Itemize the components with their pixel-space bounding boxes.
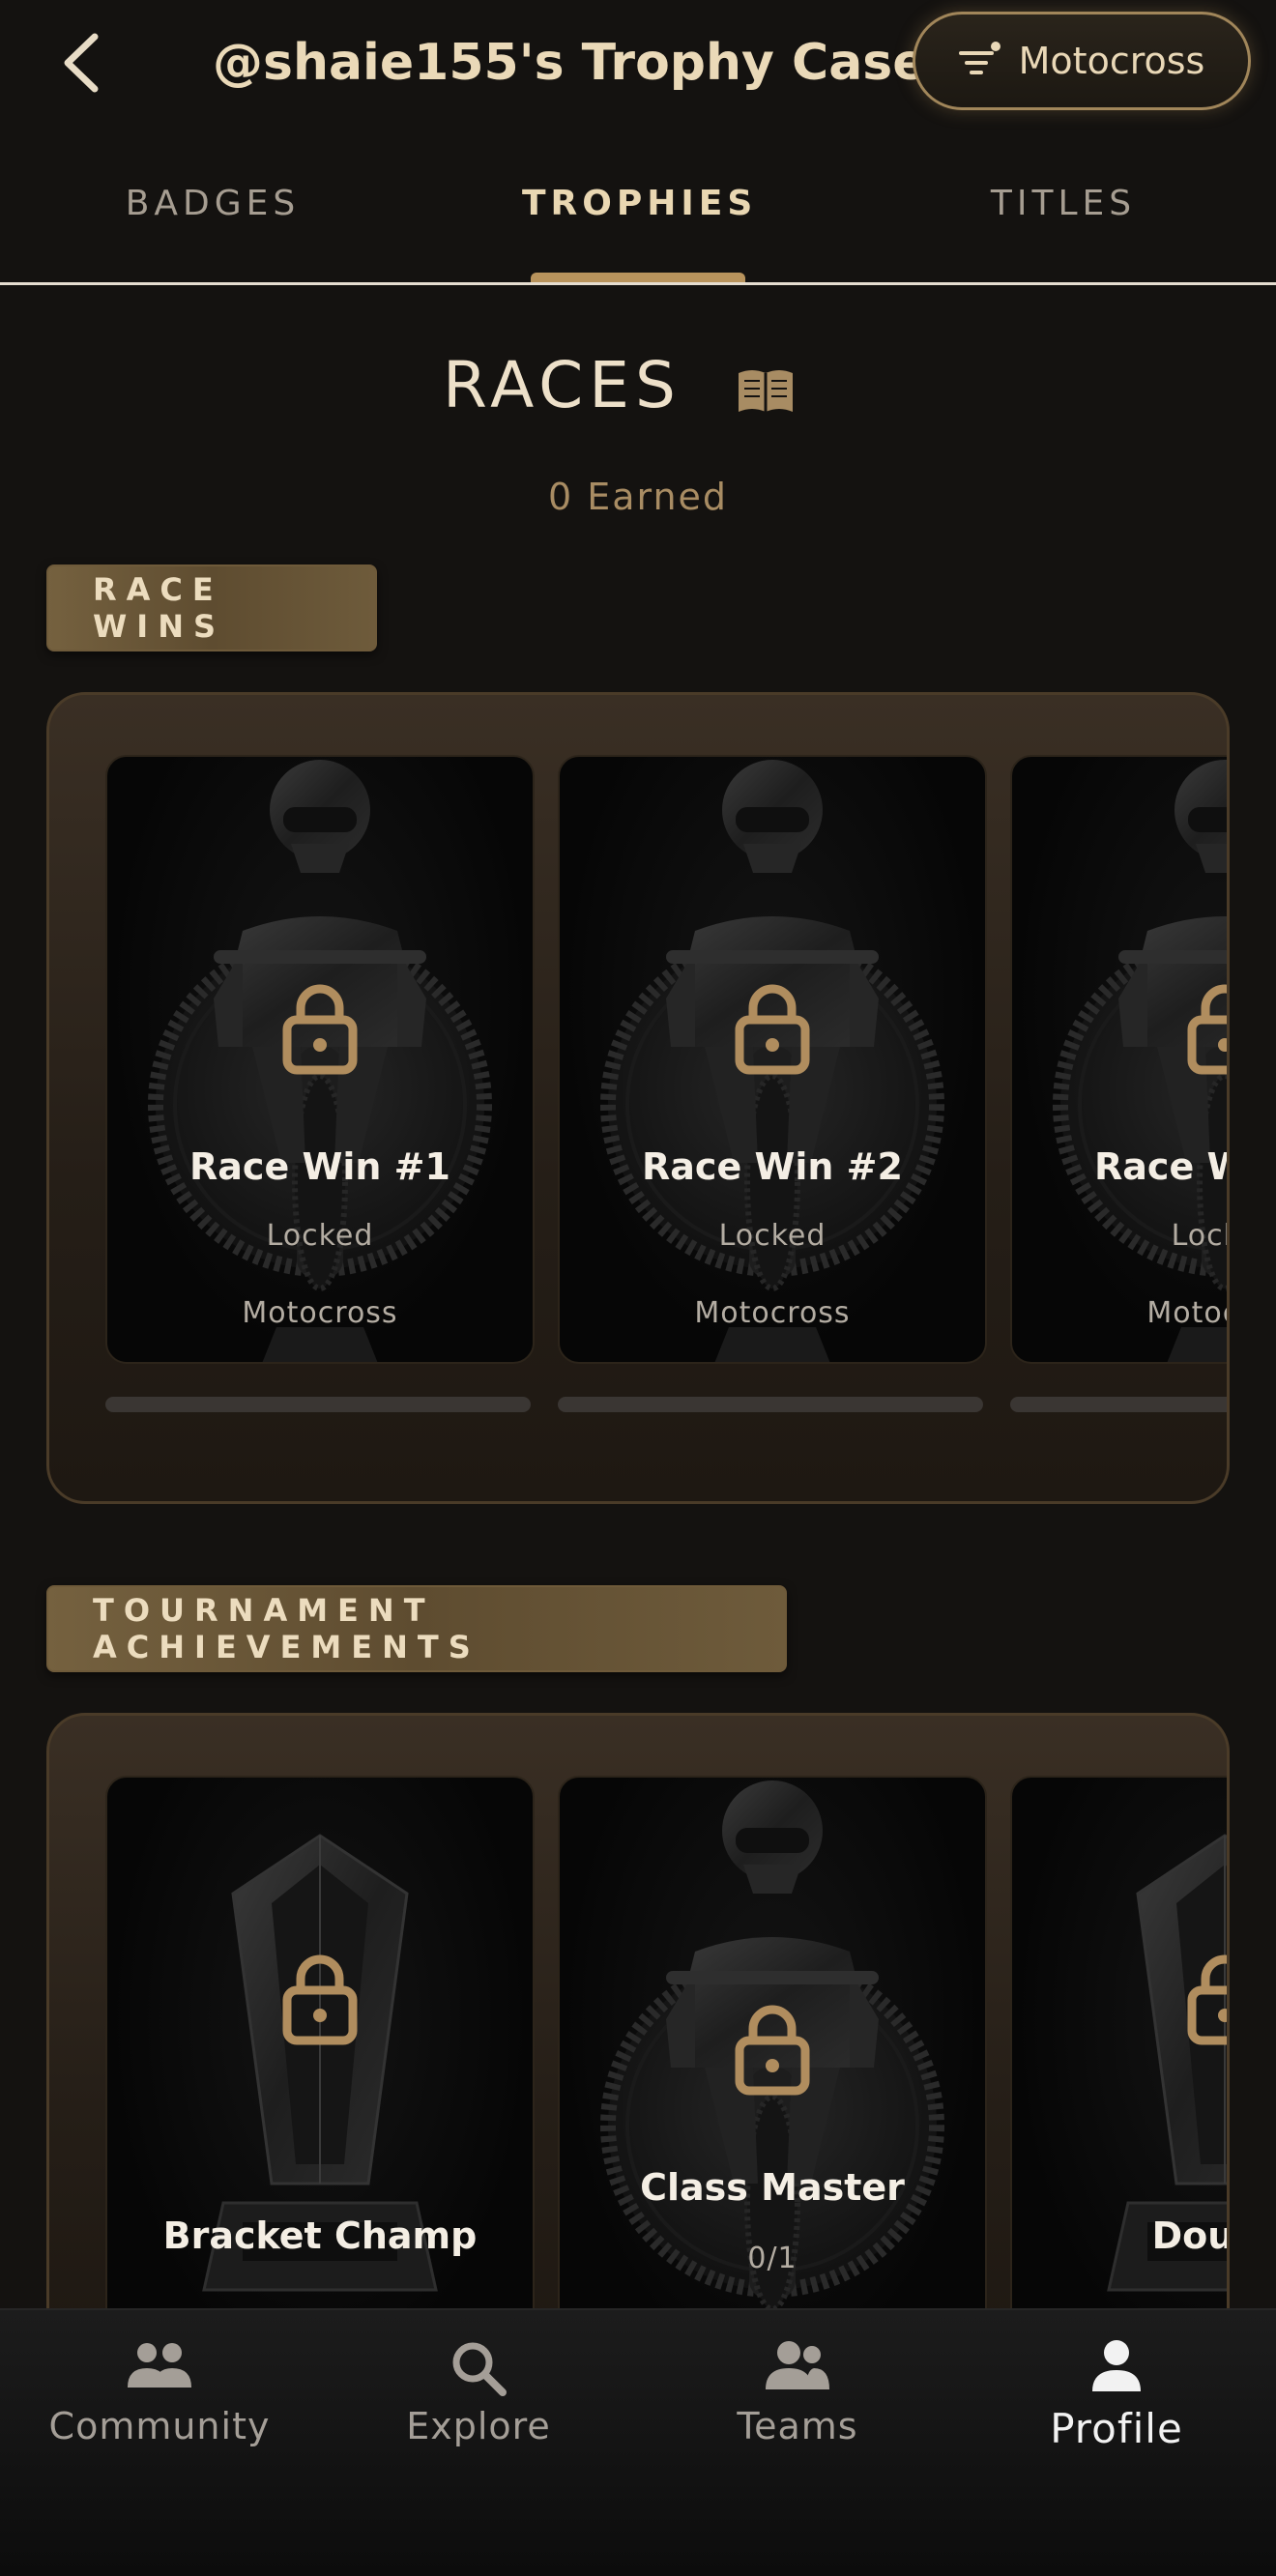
lock-icon: [1186, 979, 1230, 1076]
trophy-name: Class Master: [640, 2166, 905, 2209]
nav-explore[interactable]: Explore: [319, 2339, 638, 2447]
trophy-name: Race Win #3: [1094, 1145, 1227, 1188]
trophy-name: Bracket Champ: [162, 2214, 478, 2257]
trophy-shelf-tournament[interactable]: Bracket Champ Class Master 0/1 Double: [46, 1713, 1230, 2370]
trophy-name: Race Win #2: [642, 1145, 903, 1188]
category-label-tournament-achievements: TOURNAMENT ACHIEVEMENTS: [46, 1585, 787, 1672]
top-bar: @shaie155's Trophy Case Motocross: [0, 0, 1276, 126]
trophy-shelf-race-wins[interactable]: Race Win #1 Locked Motocross Race Win #2…: [46, 692, 1230, 1504]
nav-label: Explore: [406, 2405, 551, 2447]
filter-icon: [958, 42, 1000, 74]
nav-community[interactable]: Community: [0, 2339, 319, 2447]
trophy-status: Locked: [718, 1219, 826, 1253]
trophy-card[interactable]: Race Win #1 Locked Motocross: [105, 755, 535, 1364]
bottom-nav: Community Explore Teams Profile: [0, 2308, 1276, 2576]
profile-icon: [1092, 2340, 1141, 2391]
back-arrow-icon[interactable]: [56, 29, 110, 97]
cup-trophy-image: [107, 1778, 533, 2370]
nav-label: Community: [48, 2405, 271, 2447]
progress-bar: [558, 1397, 983, 1412]
lock-icon: [281, 1950, 359, 2046]
trophy-card[interactable]: Double: [1010, 1776, 1230, 2370]
nav-label: Teams: [737, 2405, 858, 2447]
lock-icon: [734, 979, 811, 1076]
nav-profile[interactable]: Profile: [957, 2339, 1276, 2452]
filter-label: Motocross: [1018, 40, 1205, 82]
trophy-name: Race Win #1: [189, 1145, 450, 1188]
category-label-race-wins: RACE WINS: [46, 564, 377, 651]
earned-count: 0 Earned: [547, 476, 729, 518]
trophy-sport: Motocross: [242, 1296, 398, 1330]
lock-icon: [734, 2000, 811, 2097]
tab-trophies[interactable]: TROPHIES: [522, 184, 754, 223]
lock-icon: [1186, 1950, 1230, 2046]
progress-bar: [1010, 1397, 1227, 1412]
community-icon: [128, 2343, 191, 2388]
trophy-card[interactable]: Race Win #3 Locked Motocross: [1010, 755, 1230, 1364]
active-tab-indicator: [531, 273, 745, 282]
tab-bar: BADGES TROPHIES TITLES: [0, 155, 1276, 285]
trophy-progress: 0/1: [747, 2242, 798, 2275]
search-icon: [452, 2342, 507, 2396]
tab-badges[interactable]: BADGES: [97, 184, 329, 223]
trophy-sport: Motocross: [694, 1296, 851, 1330]
lock-icon: [281, 979, 359, 1076]
nav-label: Profile: [1050, 2405, 1183, 2452]
trophy-card[interactable]: Class Master 0/1: [558, 1776, 987, 2367]
trophy-card[interactable]: Race Win #2 Locked Motocross: [558, 755, 987, 1364]
page-title: @shaie155's Trophy Case: [213, 34, 927, 92]
trophy-sport: Motocross: [1146, 1296, 1227, 1330]
section-title: RACES: [443, 348, 682, 422]
trophy-status: Locked: [1171, 1219, 1227, 1253]
trophy-status: Locked: [266, 1219, 374, 1253]
trophy-name: Double: [1151, 2214, 1230, 2257]
trophy-card[interactable]: Bracket Champ: [105, 1776, 535, 2370]
progress-bar: [105, 1397, 531, 1412]
nav-teams[interactable]: Teams: [638, 2339, 957, 2447]
sport-filter-button[interactable]: Motocross: [913, 12, 1251, 110]
tab-titles[interactable]: TITLES: [947, 184, 1179, 223]
teams-icon: [766, 2341, 829, 2389]
book-icon[interactable]: [735, 365, 797, 416]
cup-trophy-image: [1012, 1778, 1230, 2370]
